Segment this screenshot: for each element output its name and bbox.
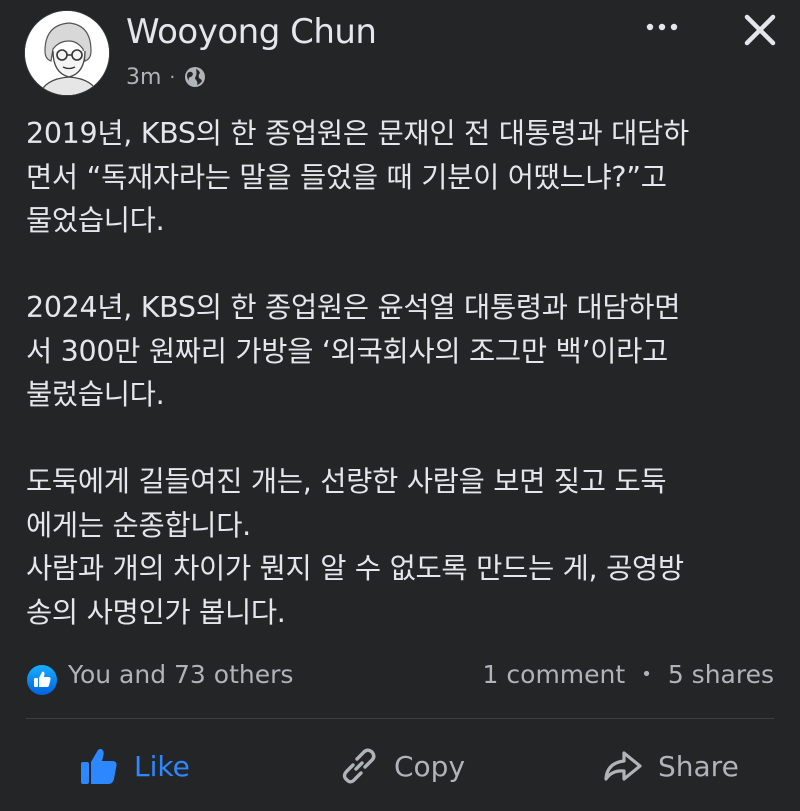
- share-count[interactable]: 5 shares: [668, 660, 774, 689]
- more-dots-icon: [646, 23, 678, 31]
- post-body: 2019년, KBS의 한 종업원은 문재인 전 대통령과 대담하 면서 “독재…: [26, 112, 774, 634]
- share-label: Share: [658, 749, 739, 783]
- counts-separator: •: [641, 664, 652, 685]
- meta-separator: ·: [169, 66, 176, 88]
- like-label: Like: [134, 749, 190, 783]
- close-button[interactable]: [738, 8, 782, 52]
- post-header: Wooyong Chun 3m ·: [0, 0, 800, 100]
- comment-count[interactable]: 1 comment: [483, 660, 626, 689]
- close-icon: [744, 14, 776, 46]
- post-paragraph-3: 도둑에게 길들여진 개는, 선량한 사람을 보면 짖고 도둑 에게는 순종합니다…: [26, 465, 684, 629]
- like-button[interactable]: Like: [78, 738, 190, 794]
- engagement-counts: 1 comment • 5 shares: [483, 660, 774, 689]
- post-time[interactable]: 3m: [126, 65, 161, 90]
- share-button[interactable]: Share: [602, 738, 739, 794]
- divider: [26, 718, 774, 719]
- author-name[interactable]: Wooyong Chun: [126, 12, 377, 52]
- share-arrow-icon: [604, 751, 642, 781]
- link-icon: [342, 748, 376, 784]
- reactions-summary[interactable]: You and 73 others: [68, 660, 293, 689]
- thumbs-up-badge-icon[interactable]: [26, 664, 58, 696]
- globe-icon[interactable]: [183, 65, 207, 89]
- post-stats: You and 73 others 1 comment • 5 shares: [0, 654, 800, 702]
- more-options-button[interactable]: [640, 14, 684, 40]
- post-paragraph-1: 2019년, KBS의 한 종업원은 문재인 전 대통령과 대담하 면서 “독재…: [26, 117, 689, 237]
- post-paragraph-2: 2024년, KBS의 한 종업원은 윤석열 대통령과 대담하면 서 300만 …: [26, 291, 681, 411]
- thumbs-up-icon: [81, 748, 117, 784]
- copy-button[interactable]: Copy: [338, 738, 465, 794]
- post-meta: 3m ·: [126, 62, 207, 92]
- action-bar: Like Copy Share: [0, 730, 800, 802]
- copy-label: Copy: [394, 749, 466, 783]
- avatar[interactable]: [24, 10, 110, 96]
